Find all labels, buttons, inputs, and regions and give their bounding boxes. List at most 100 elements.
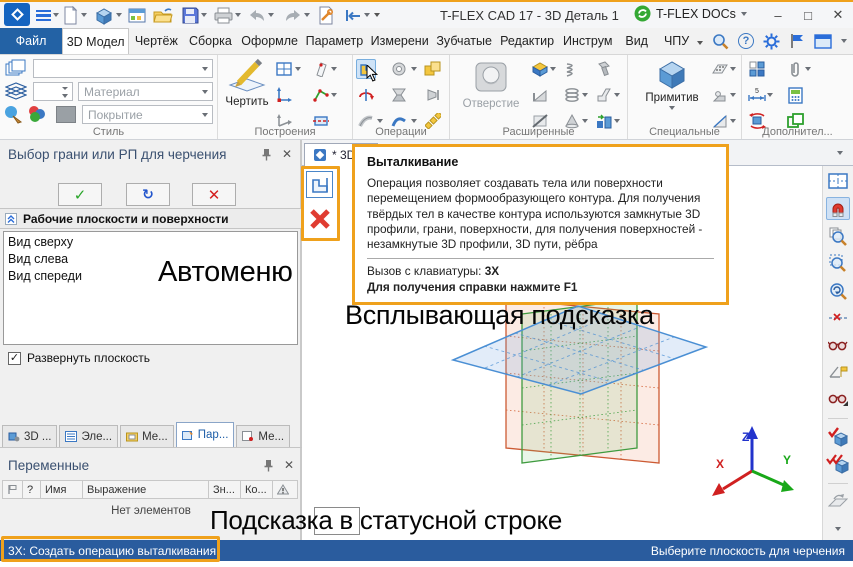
tab-3d-model-tree[interactable]: 3D ... [2,425,57,447]
minimize-button[interactable]: – [763,2,793,28]
rib-button[interactable] [530,85,550,105]
value-column-header[interactable]: Зн... [209,481,241,498]
tab-drawing[interactable]: Чертёж [129,28,183,54]
tflex-docs-button[interactable]: T-FLEX DOCs [634,5,747,22]
dropdown-arrow[interactable] [805,67,811,71]
confirm-button[interactable]: ✓ [58,183,102,206]
tab-view[interactable]: Вид [617,28,656,54]
mesh-body-button[interactable] [710,59,730,79]
tflex-logo[interactable] [4,3,30,26]
pin-icon[interactable] [263,459,274,472]
list-item[interactable]: Вид сверху [8,234,293,251]
tab-edit[interactable]: Редактир [496,28,558,54]
body-by-parameters-button[interactable] [530,59,550,79]
tab-file[interactable]: Файл [0,28,62,54]
dropdown-arrow[interactable] [614,119,620,123]
hide-element-button[interactable] [826,307,850,329]
style-combo[interactable] [33,59,213,78]
loft-button[interactable] [389,85,409,105]
coils-button[interactable] [562,85,582,105]
check-all-button[interactable] [826,453,850,475]
tab-parameters-panel[interactable]: Пар... [176,422,235,447]
maximize-button[interactable]: □ [793,2,823,28]
coating-combo[interactable]: Покрытие [82,105,213,124]
tab-model-menu[interactable]: Ме... [120,425,174,447]
new-3d-document-button[interactable] [94,5,122,25]
tab-cnc[interactable]: ЧПУ [656,28,697,54]
redo-button[interactable] [284,5,310,25]
tab-annotation[interactable]: Оформле [237,28,301,54]
check-model-button[interactable] [826,426,850,448]
boolean-button[interactable] [423,59,443,79]
print-button[interactable] [214,5,241,25]
dropdown-arrow[interactable] [730,67,736,71]
measure-button[interactable]: 5 [747,85,767,105]
level-spinner[interactable] [33,82,73,101]
refresh-button[interactable]: ↻ [126,183,170,206]
dropdown-arrow[interactable] [614,93,620,97]
extrude-button[interactable] [356,59,376,79]
display-mode-button[interactable] [826,389,850,411]
push-button[interactable] [423,85,443,105]
primitive-button[interactable]: Примитив [640,58,704,110]
flag-icon[interactable] [789,33,805,49]
coating-color-swatch[interactable] [56,106,76,123]
toolbar-more-button[interactable] [826,518,850,540]
rotate-body-button[interactable] [356,85,376,105]
attach-button[interactable] [785,59,805,79]
dropdown-arrow[interactable] [331,93,337,97]
window-layout-button[interactable] [128,5,146,25]
dropdown-arrow[interactable] [730,119,736,123]
fragments-button[interactable] [747,59,767,79]
workplanes-section-header[interactable]: Рабочие плоскости и поверхности [0,208,302,229]
workplane-tools-button[interactable] [826,490,850,512]
tab-gears[interactable]: Зубчатые [432,28,496,54]
warning-column-header[interactable] [273,481,297,498]
workplane-display-button[interactable] [826,170,850,192]
pin-icon[interactable] [261,148,272,161]
close-button[interactable]: ✕ [823,2,853,28]
material-combo[interactable]: Материал [78,82,213,101]
tab-list-dropdown-arrow[interactable] [837,151,843,155]
new-document-button[interactable] [62,5,87,25]
path-3d-button[interactable] [311,85,331,105]
dropdown-arrow[interactable] [550,67,556,71]
checkbox-checked-icon[interactable]: ✓ [8,352,21,365]
zoom-previous-button[interactable] [826,279,850,301]
dropdown-arrow[interactable] [730,93,736,97]
profile-3d-button[interactable] [311,59,331,79]
tab-tools[interactable]: Инструм [558,28,617,54]
settings-gear-icon[interactable] [763,33,780,50]
zoom-pages-button[interactable] [826,225,850,247]
tab-measurements[interactable]: Ме... [236,425,290,447]
revolution-button[interactable] [389,59,409,79]
unfold-plane-option[interactable]: ✓ Развернуть плоскость [8,351,150,365]
collapse-ribbon-button[interactable] [697,34,703,48]
zoom-window-button[interactable] [826,252,850,274]
tab-assembly[interactable]: Сборка [183,28,237,54]
help-button[interactable]: ? [738,33,754,49]
search-icon[interactable] [712,33,729,50]
windows-icon[interactable] [814,34,832,49]
tab-3d-model[interactable]: 3D Модел [62,28,129,54]
lcs-button[interactable] [274,85,294,105]
fastener-button[interactable] [594,59,614,79]
document-settings-button[interactable] [318,5,335,25]
dropdown-arrow[interactable] [331,67,337,71]
measure-elements-button[interactable] [826,361,850,383]
spiral-button[interactable] [562,59,582,79]
save-button[interactable] [182,5,207,25]
cancel-button[interactable]: ✕ [192,183,236,206]
open-document-button[interactable] [153,5,173,25]
main-menu-button[interactable] [36,5,59,25]
dropdown-arrow[interactable] [841,39,847,43]
weld-button[interactable] [710,85,730,105]
dropdown-arrow[interactable] [411,67,417,71]
flag-column-header[interactable] [3,481,23,498]
customize-quick-access-button[interactable] [374,5,380,25]
dropdown-arrow[interactable] [377,119,383,123]
sheet-metal-button[interactable] [594,85,614,105]
comment-column-header[interactable]: Ко... [241,481,273,498]
dropdown-arrow[interactable] [411,119,417,123]
external-column-header[interactable]: ? [23,481,41,498]
